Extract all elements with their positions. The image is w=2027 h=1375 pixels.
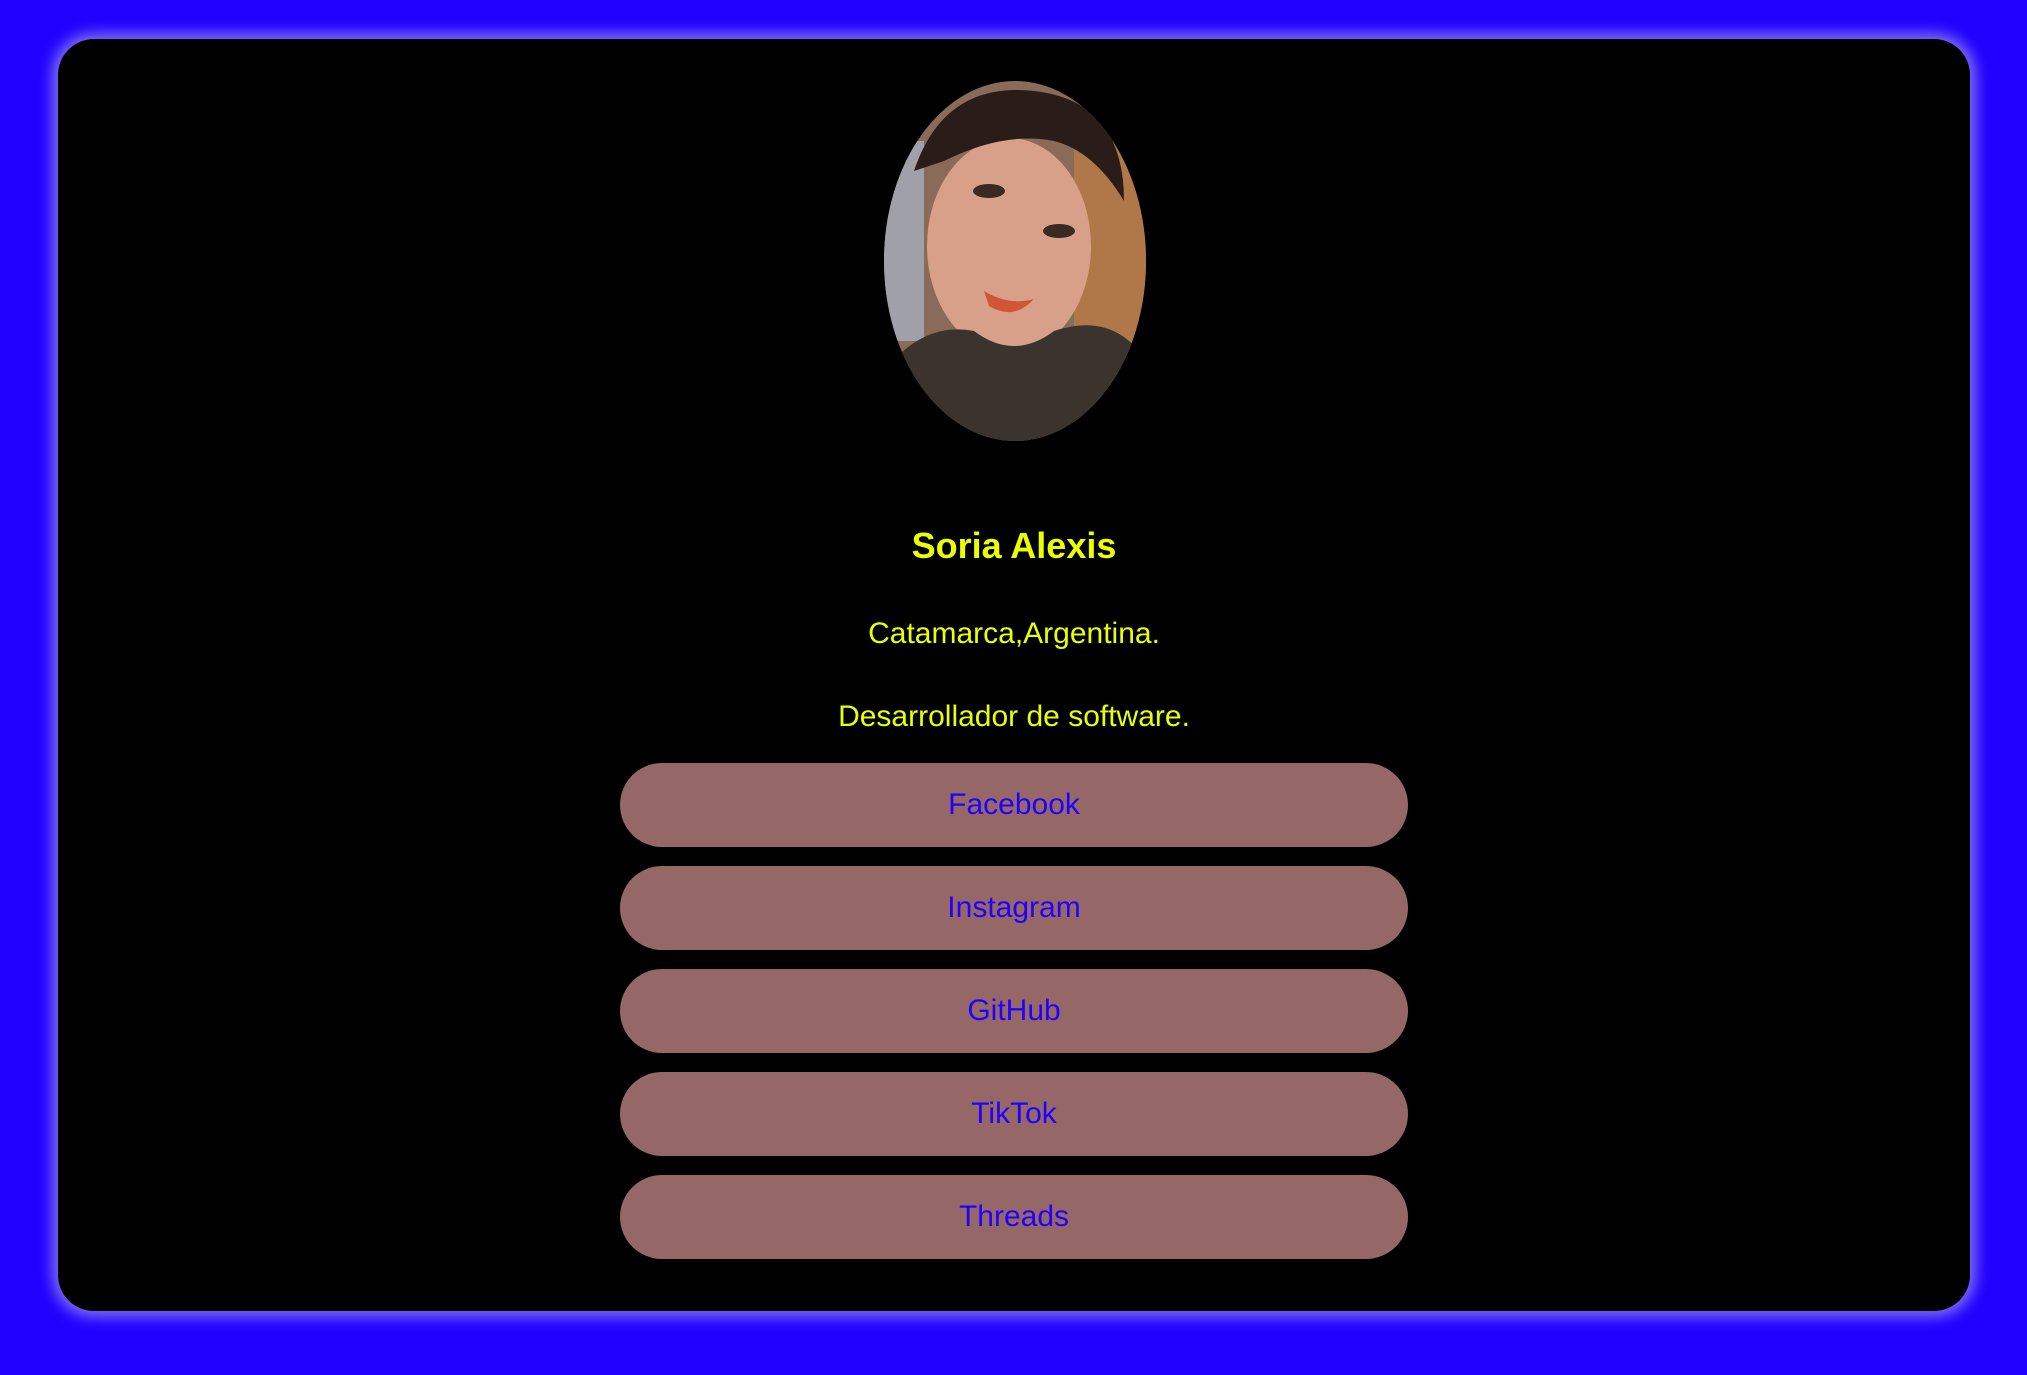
profile-card: Soria Alexis Catamarca,Argentina. Desarr… xyxy=(58,39,1970,1311)
facebook-link-button[interactable]: Facebook xyxy=(620,763,1408,847)
social-links: Facebook Instagram GitHub TikTok Threads xyxy=(620,763,1408,1278)
github-link-button[interactable]: GitHub xyxy=(620,969,1408,1053)
profile-name: Soria Alexis xyxy=(911,525,1117,566)
profile-role: Desarrollador de software. xyxy=(838,700,1190,733)
avatar-photo xyxy=(884,81,1146,441)
profile-avatar xyxy=(884,81,1146,441)
profile-location: Catamarca,Argentina. xyxy=(868,617,1160,650)
threads-link-button[interactable]: Threads xyxy=(620,1175,1408,1259)
instagram-link-button[interactable]: Instagram xyxy=(620,866,1408,950)
tiktok-link-button[interactable]: TikTok xyxy=(620,1072,1408,1156)
